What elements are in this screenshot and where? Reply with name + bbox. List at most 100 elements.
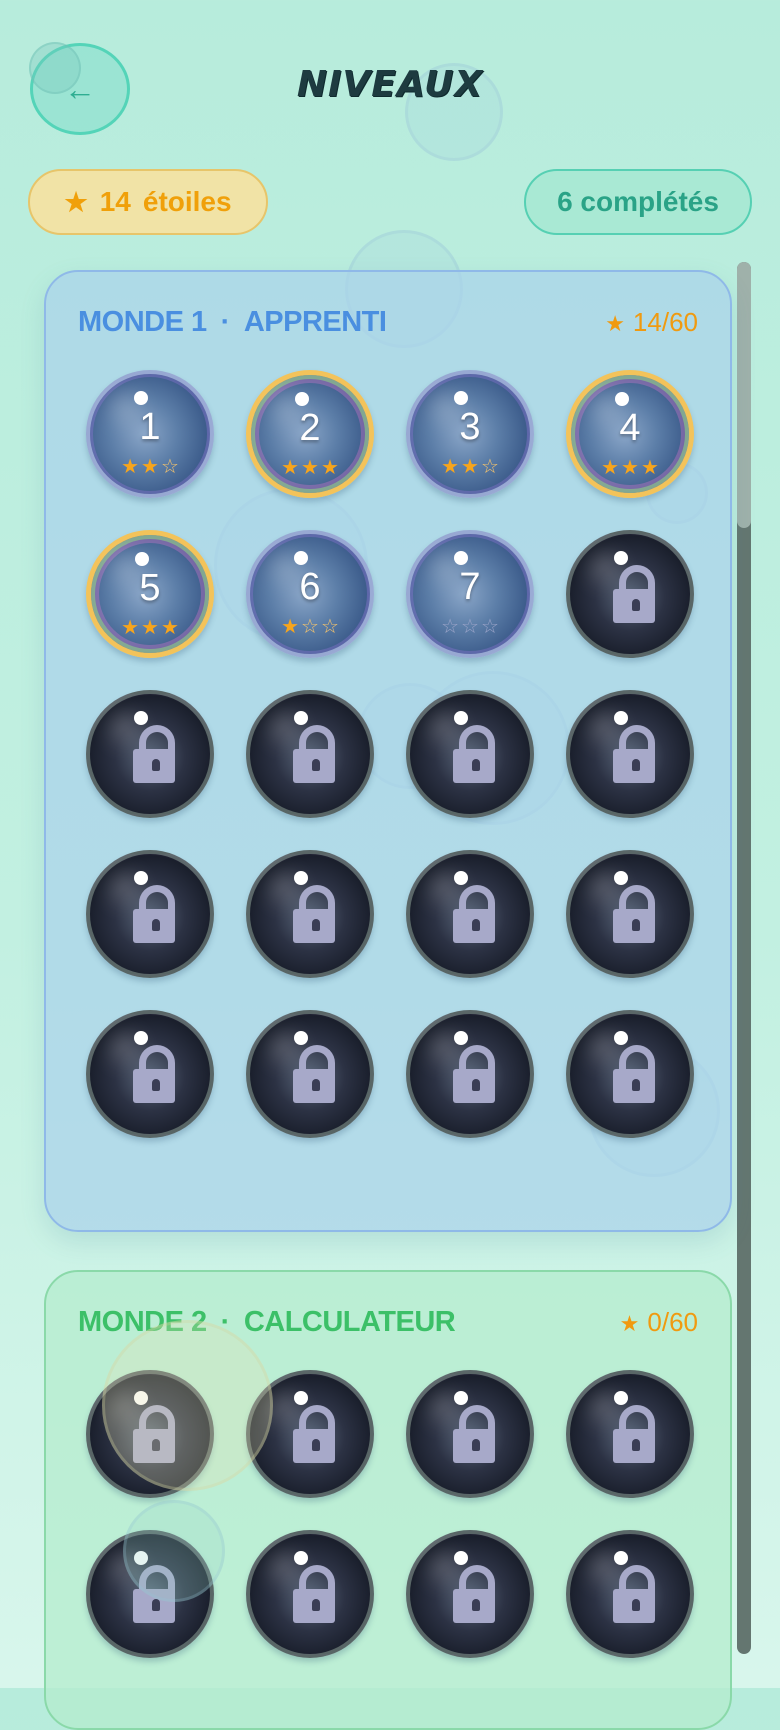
- level-bubble-locked[interactable]: [566, 1530, 694, 1658]
- lock-icon: [611, 565, 657, 623]
- world-1-panel: MONDE 1 · APPRENTI ★ 14/60 1 ★ ★ ☆ 2 ★ ★ ★ 3 ★ ★ ☆ 4 ★ ★ ★…: [44, 270, 732, 1232]
- total-stars-badge: ★ 14 étoiles: [28, 169, 268, 235]
- level-bubble-locked[interactable]: [86, 850, 214, 978]
- level-stars: ★ ★ ★: [571, 457, 689, 477]
- title-separator: ·: [220, 1305, 231, 1338]
- level-bubble-locked[interactable]: [566, 690, 694, 818]
- bubble-highlight: [134, 871, 148, 885]
- bubble-highlight: [134, 711, 148, 725]
- level-stars: ★ ★ ★: [91, 617, 209, 637]
- bubble-highlight: [134, 1391, 148, 1405]
- bubble-highlight: [454, 1031, 468, 1045]
- star-filled-icon: ★: [461, 454, 479, 478]
- star-filled-icon: ★: [121, 615, 140, 639]
- level-bubble-4[interactable]: 4 ★ ★ ★: [566, 370, 694, 498]
- level-stars: ☆ ☆ ☆: [410, 616, 530, 636]
- star-filled-icon: ★: [281, 455, 300, 479]
- level-bubble-locked[interactable]: [406, 850, 534, 978]
- star-empty-icon: ☆: [320, 614, 339, 638]
- level-number: 4: [619, 407, 641, 449]
- level-bubble-locked[interactable]: [246, 1010, 374, 1138]
- world-subtitle: CALCULATEUR: [243, 1305, 456, 1338]
- star-filled-icon: ★: [441, 454, 460, 478]
- bubble-highlight: [294, 871, 308, 885]
- scrollbar-thumb[interactable]: [737, 262, 751, 528]
- star-filled-icon: ★: [281, 614, 300, 638]
- star-empty-icon: ☆: [480, 614, 499, 638]
- bubble-highlight: [134, 1551, 148, 1565]
- lock-icon: [291, 1565, 337, 1623]
- level-bubble-1[interactable]: 1 ★ ★ ☆: [86, 370, 214, 498]
- bubble-highlight: [295, 392, 309, 406]
- level-bubble-locked[interactable]: [406, 1010, 534, 1138]
- lock-icon: [611, 1405, 657, 1463]
- bubble-highlight: [614, 1551, 628, 1565]
- star-empty-icon: ☆: [301, 614, 319, 638]
- level-stars: ★ ★ ★: [251, 457, 369, 477]
- level-bubble-locked[interactable]: [86, 690, 214, 818]
- bubble-highlight: [454, 1551, 468, 1565]
- level-bubble-locked[interactable]: [246, 1370, 374, 1498]
- level-bubble-locked[interactable]: [566, 1370, 694, 1498]
- world-score-value: 0/60: [647, 1306, 698, 1337]
- bubble-highlight: [454, 711, 468, 725]
- level-bubble-locked[interactable]: [566, 1010, 694, 1138]
- bubble-highlight: [454, 551, 468, 565]
- lock-icon: [131, 885, 177, 943]
- lock-icon: [611, 725, 657, 783]
- bubble-highlight: [134, 391, 148, 405]
- star-filled-icon: ★: [640, 455, 659, 479]
- level-bubble-locked[interactable]: [86, 1370, 214, 1498]
- level-bubble-2[interactable]: 2 ★ ★ ★: [246, 370, 374, 498]
- star-icon: ★: [605, 310, 625, 336]
- world-title: MONDE 2 · CALCULATEUR: [78, 1305, 456, 1339]
- level-bubble-locked[interactable]: [406, 690, 534, 818]
- star-empty-icon: ☆: [480, 454, 499, 478]
- page-title: NIVEAUX: [296, 64, 484, 105]
- level-bubble-locked[interactable]: [246, 850, 374, 978]
- bubble-highlight: [134, 1031, 148, 1045]
- lock-icon: [451, 1045, 497, 1103]
- lock-icon: [451, 1565, 497, 1623]
- bubble-highlight: [614, 551, 628, 565]
- level-bubble-locked[interactable]: [246, 690, 374, 818]
- star-icon: ★: [619, 1310, 640, 1336]
- level-bubble-locked[interactable]: [566, 530, 694, 658]
- lock-icon: [451, 725, 497, 783]
- level-bubble-locked[interactable]: [406, 1530, 534, 1658]
- star-filled-icon: ★: [601, 455, 620, 479]
- bubble-highlight: [614, 711, 628, 725]
- star-filled-icon: ★: [141, 615, 159, 639]
- lock-icon: [451, 1405, 497, 1463]
- level-bubble-locked[interactable]: [86, 1530, 214, 1658]
- total-stars-count: 14: [99, 186, 131, 217]
- world-name: MONDE 1: [78, 305, 207, 338]
- world-name: MONDE 2: [78, 1305, 207, 1338]
- level-bubble-locked[interactable]: [246, 1530, 374, 1658]
- star-icon: ★: [64, 186, 88, 217]
- bubble-highlight: [614, 871, 628, 885]
- level-stars: ★ ☆ ☆: [250, 616, 370, 636]
- world-score-value: 14/60: [632, 306, 698, 337]
- level-stars: ★ ★ ☆: [90, 456, 210, 476]
- level-bubble-5[interactable]: 5 ★ ★ ★: [86, 530, 214, 658]
- level-bubble-locked[interactable]: [86, 1010, 214, 1138]
- bubble-highlight: [454, 871, 468, 885]
- bubble-highlight: [294, 1551, 308, 1565]
- title-separator: ·: [220, 305, 231, 338]
- lock-icon: [131, 725, 177, 783]
- level-number: 6: [299, 566, 321, 608]
- level-number: 2: [299, 407, 321, 449]
- level-bubble-locked[interactable]: [406, 1370, 534, 1498]
- star-empty-icon: ☆: [441, 614, 460, 638]
- level-bubble-6[interactable]: 6 ★ ☆ ☆: [246, 530, 374, 658]
- level-bubble-7[interactable]: 7 ☆ ☆ ☆: [406, 530, 534, 658]
- bubble-highlight: [454, 1391, 468, 1405]
- level-number: 1: [139, 406, 161, 448]
- level-number: 3: [459, 406, 481, 448]
- level-bubble-3[interactable]: 3 ★ ★ ☆: [406, 370, 534, 498]
- world-title: MONDE 1 · APPRENTI: [78, 305, 387, 339]
- bubble-highlight: [294, 551, 308, 565]
- level-bubble-locked[interactable]: [566, 850, 694, 978]
- bubble-highlight: [614, 1031, 628, 1045]
